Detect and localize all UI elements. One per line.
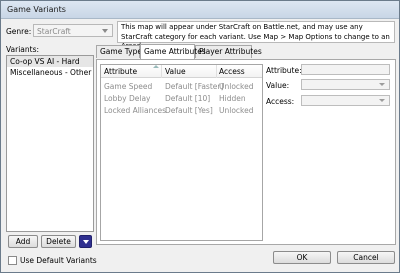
genre-select[interactable]: StarCraft [33, 24, 113, 37]
variant-item[interactable]: Miscellaneous - Other [7, 67, 93, 78]
ok-button[interactable]: OK [273, 251, 331, 264]
sort-ascending-icon [153, 65, 159, 69]
table-row[interactable]: Locked Alliances Default [Yes] Unlocked [101, 106, 262, 116]
chevron-down-icon [379, 82, 387, 88]
table-row[interactable]: Lobby Delay Default [10] Hidden [101, 94, 262, 104]
tab-game-type[interactable]: Game Type [96, 45, 142, 58]
variants-list[interactable]: Co-op VS AI - Hard Miscellaneous - Other [6, 55, 94, 232]
chevron-down-icon [101, 27, 110, 35]
value-select[interactable] [301, 79, 390, 90]
access-cell: Hidden [219, 94, 246, 103]
attribute-detail-label: Attribute: [266, 66, 302, 75]
variants-label: Variants: [6, 45, 40, 54]
attribute-cell: Locked Alliances [104, 106, 166, 115]
access-select[interactable] [301, 95, 390, 106]
table-header: Attribute Value Access [101, 65, 262, 78]
attribute-cell: Game Speed [104, 82, 153, 91]
genre-label: Genre: [6, 27, 32, 36]
value-detail-label: Value: [266, 81, 290, 90]
add-variant-button[interactable]: Add [8, 235, 38, 248]
column-header-access[interactable]: Access [219, 67, 245, 76]
table-row[interactable]: Game Speed Default [Faster] Unlocked [101, 82, 262, 92]
attribute-cell: Lobby Delay [104, 94, 151, 103]
chevron-down-icon [83, 240, 89, 244]
cancel-button[interactable]: Cancel [337, 251, 395, 264]
column-header-value[interactable]: Value [165, 67, 186, 76]
delete-variant-button[interactable]: Delete [41, 235, 76, 248]
game-variants-dialog: Game Variants Genre: StarCraft This map … [0, 0, 400, 273]
window-title: Game Variants [7, 5, 66, 14]
genre-description: This map will appear under StarCraft on … [117, 21, 395, 50]
attribute-detail-field [301, 64, 390, 75]
value-cell: Default [Yes] [165, 106, 213, 115]
value-cell: Default [Faster] [165, 82, 224, 91]
variant-menu-button[interactable] [79, 235, 92, 248]
column-header-attribute[interactable]: Attribute [104, 67, 137, 76]
genre-value: StarCraft [37, 27, 71, 36]
access-cell: Unlocked [219, 106, 254, 115]
attributes-table[interactable]: Attribute Value Access Game Speed Defaul… [100, 64, 263, 241]
access-cell: Unlocked [219, 82, 254, 91]
use-default-variants-checkbox[interactable] [8, 256, 17, 265]
variant-item[interactable]: Co-op VS AI - Hard [7, 56, 93, 67]
chevron-down-icon [379, 98, 387, 104]
title-bar: Game Variants [1, 1, 399, 19]
use-default-variants-label: Use Default Variants [20, 256, 97, 265]
tab-game-attributes[interactable]: Game Attributes [140, 44, 206, 59]
value-cell: Default [10] [165, 94, 211, 103]
access-detail-label: Access: [266, 97, 295, 106]
